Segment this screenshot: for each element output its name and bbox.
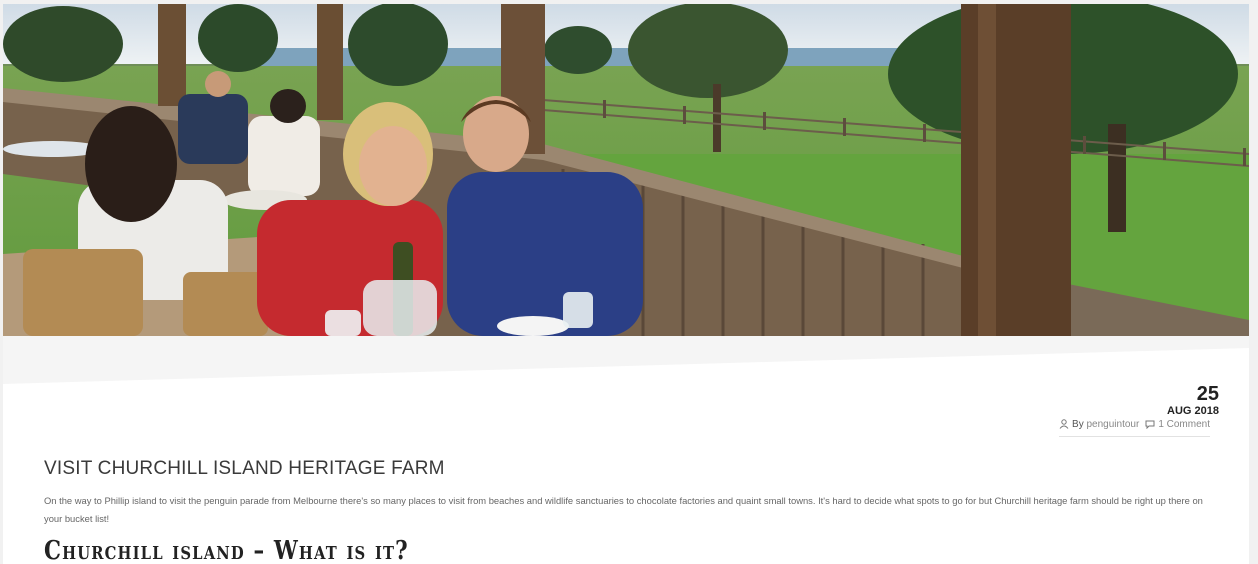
post-subheading: Churchill island – What is it? [44, 536, 409, 564]
post-card [3, 336, 1249, 564]
post-date-day: 25 [1196, 383, 1219, 405]
post-intro-text: On the way to Phillip island to visit th… [44, 495, 1203, 524]
post-date: 25 AUG 2018 [1167, 384, 1219, 418]
hero-photo [3, 4, 1249, 336]
post-comments-link[interactable]: 1 Comment [1158, 419, 1210, 430]
card-slant-edge [3, 336, 1249, 384]
user-icon [1059, 419, 1069, 432]
hero-image [3, 4, 1249, 336]
post-date-month: AUG 2018 [1167, 405, 1219, 417]
post-author-link[interactable]: penguintour [1086, 419, 1139, 430]
post-by-label: By [1072, 419, 1084, 430]
post-title[interactable]: VISIT CHURCHILL ISLAND HERITAGE FARM [44, 458, 445, 480]
speech-bubble-icon [1145, 419, 1155, 432]
post-meta: By penguintour 1 Comment [1059, 419, 1210, 437]
